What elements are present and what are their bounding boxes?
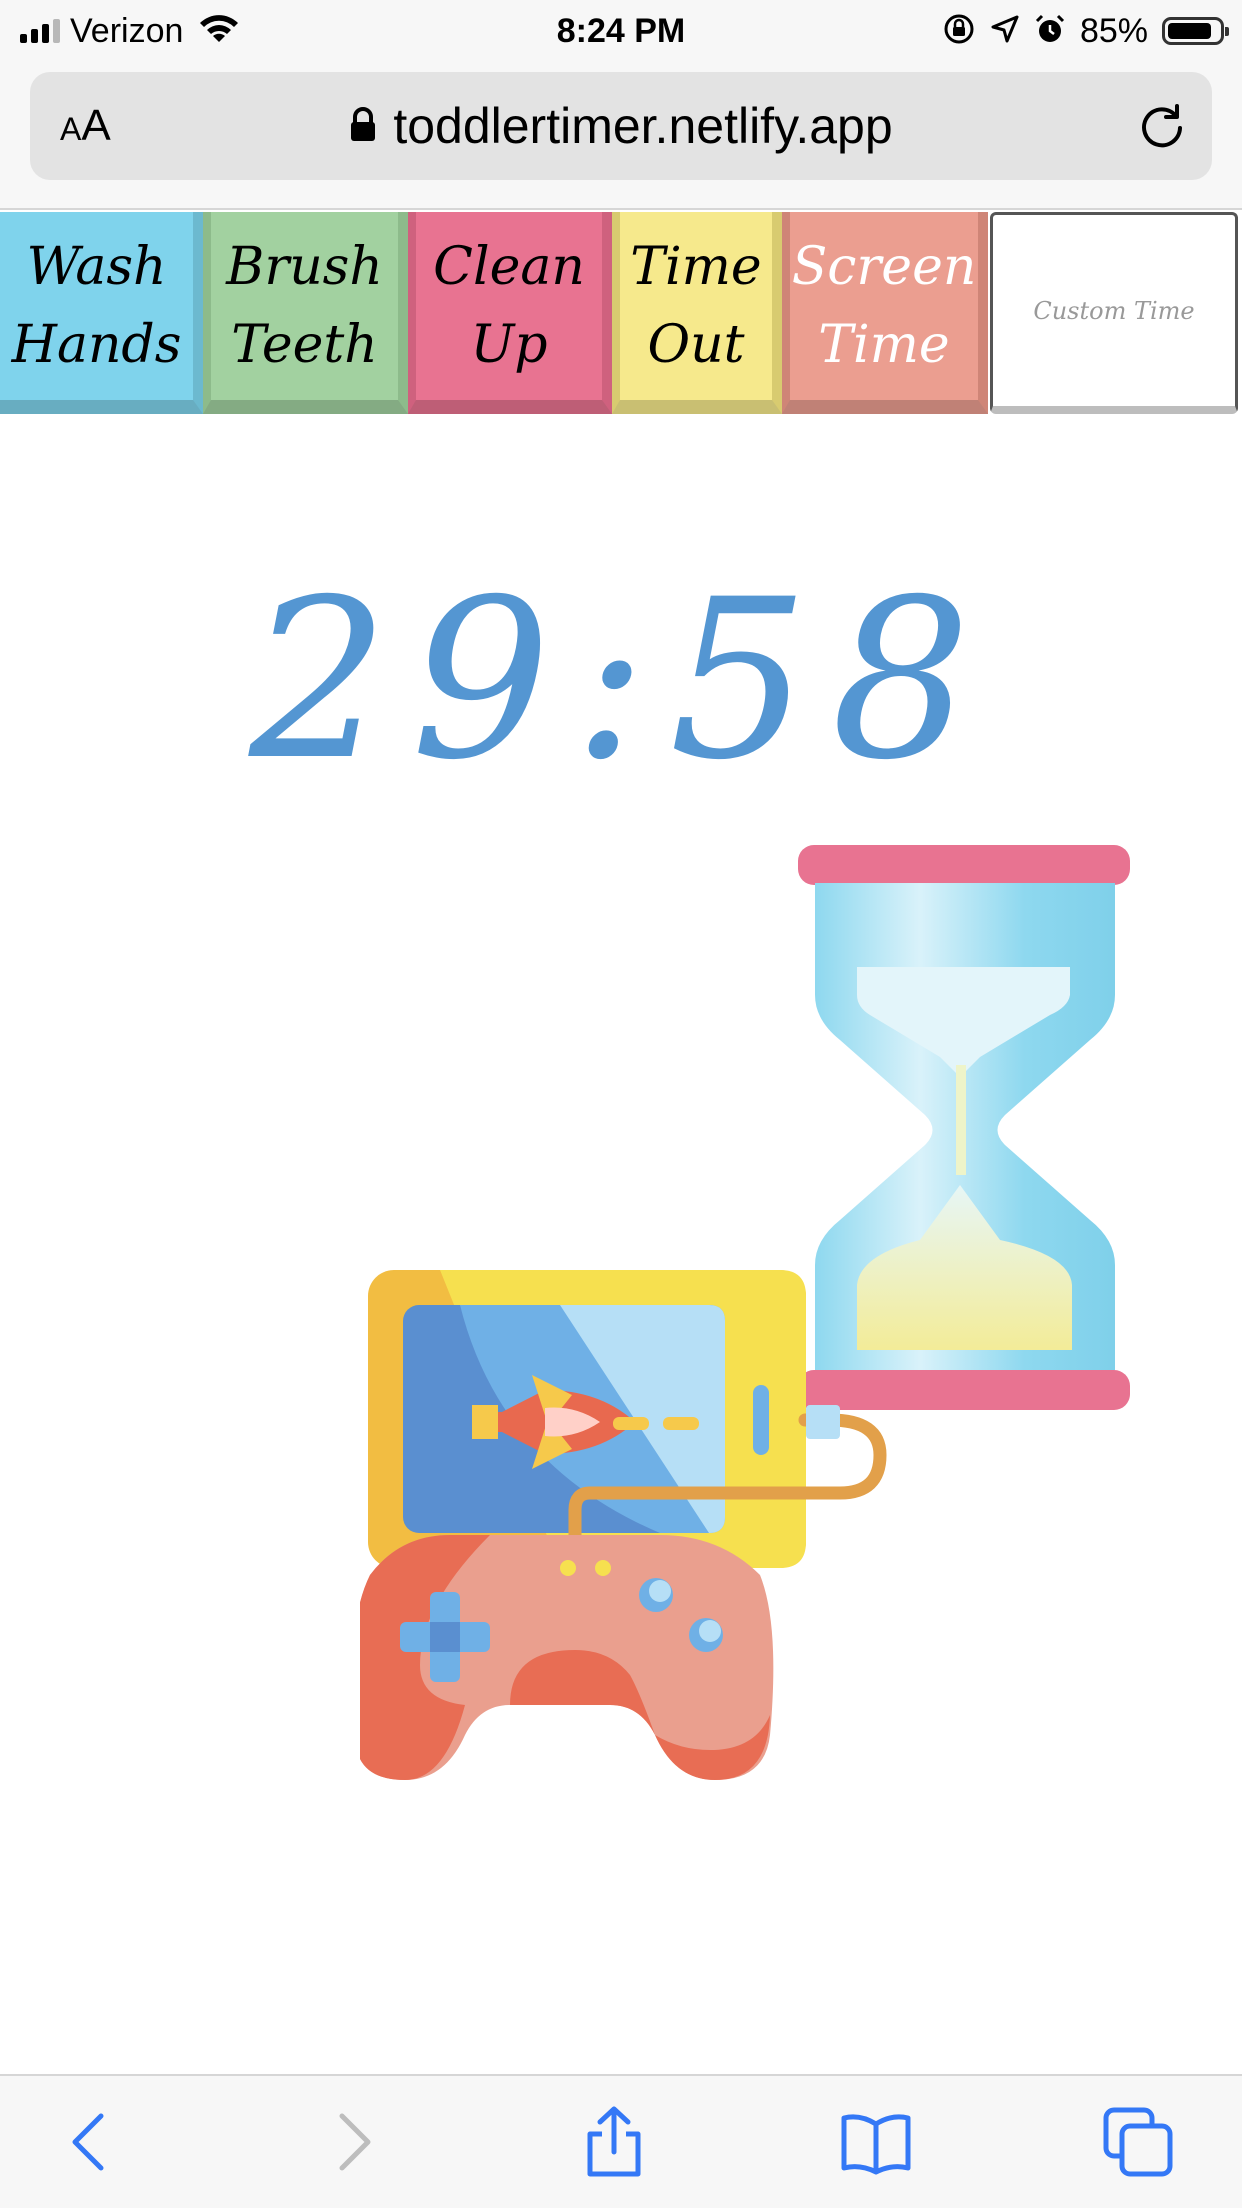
preset-label-line1: Brush: [226, 237, 383, 297]
preset-label-line1: Wash: [26, 237, 167, 297]
status-bar: Verizon 8:24 PM 85%: [0, 0, 1242, 62]
url-text: toddlertimer.netlify.app: [393, 98, 893, 154]
battery-icon: [1162, 17, 1229, 45]
preset-wash-hands-button[interactable]: Wash Hands: [0, 212, 203, 414]
preset-label-line2: Time: [818, 315, 950, 375]
address-bar[interactable]: AA toddlertimer.netlify.app: [30, 72, 1212, 180]
alarm-icon: [1034, 13, 1066, 50]
reload-icon[interactable]: [1136, 100, 1188, 152]
lock-icon: [349, 97, 377, 155]
game-controller-icon: [352, 1535, 774, 1780]
screen-time-illustration: [352, 845, 1140, 1780]
preset-buttons: Wash Hands Brush Teeth Clean Up Time Out Scr…: [0, 212, 1242, 414]
custom-time-label: Custom Time: [1033, 296, 1195, 325]
status-right: 85%: [942, 8, 1229, 54]
countdown-display: 29:58: [248, 552, 993, 808]
preset-label-line2: Hands: [11, 315, 182, 375]
location-icon: [990, 14, 1020, 49]
hourglass-icon: [798, 845, 1130, 1410]
browser-toolbar: [0, 2074, 1242, 2208]
back-icon[interactable]: [55, 2106, 127, 2178]
rotation-lock-icon: [942, 12, 976, 51]
preset-label-line2: Out: [647, 315, 745, 375]
preset-time-out-button[interactable]: Time Out: [612, 212, 782, 414]
tablet-icon: [368, 1270, 806, 1568]
share-icon[interactable]: [578, 2106, 650, 2178]
preset-screen-time-button[interactable]: Screen Time: [782, 212, 988, 414]
preset-clean-up-button[interactable]: Clean Up: [408, 212, 612, 414]
battery-percent: 85%: [1079, 11, 1148, 50]
bookmarks-icon[interactable]: [840, 2106, 912, 2178]
preset-brush-teeth-button[interactable]: Brush Teeth: [203, 212, 408, 414]
forward-icon[interactable]: [316, 2106, 388, 2178]
tabs-icon[interactable]: [1102, 2106, 1174, 2178]
preset-label-line2: Teeth: [231, 315, 378, 375]
preset-label-line1: Clean: [433, 237, 585, 297]
custom-time-button[interactable]: Custom Time: [990, 212, 1238, 414]
preset-label-line1: Time: [630, 237, 762, 297]
preset-label-line2: Up: [470, 315, 548, 375]
preset-label-line1: Screen: [791, 237, 977, 297]
browser-address-area: AA toddlertimer.netlify.app: [0, 62, 1242, 210]
url-field[interactable]: toddlertimer.netlify.app: [30, 72, 1212, 180]
